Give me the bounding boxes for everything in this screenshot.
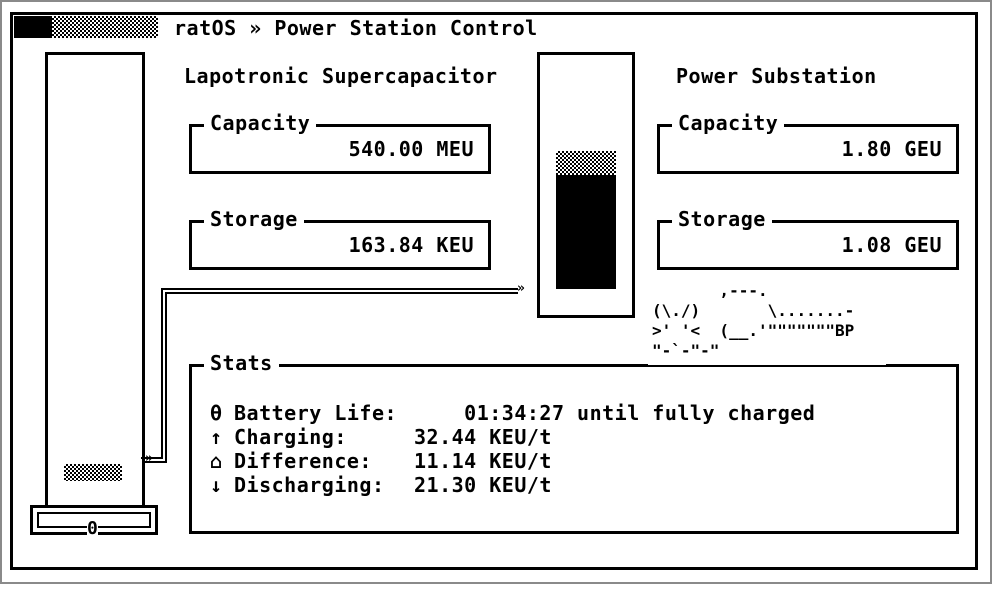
stats-value-discharging: 21.30 KEU/t xyxy=(414,473,552,497)
stats-row-charging: ↑ Charging: 32.44 KEU/t xyxy=(210,425,551,449)
discharging-arrow-icon: ↓ xyxy=(210,473,223,497)
stats-legend: Stats xyxy=(204,351,279,375)
stats-row-battery-life: θ Battery Life: 01:34:27 until fully cha… xyxy=(210,401,815,425)
stats-row-discharging: ↓ Discharging: 21.30 KEU/t xyxy=(210,473,551,497)
battery-life-icon: θ xyxy=(210,401,223,425)
ascii-art-line-2: (\./) \.......- xyxy=(652,301,855,320)
ascii-art-line-3: >' '< (__.'"""""""BP xyxy=(652,321,855,340)
ascii-art-line-4: "-`-"-" xyxy=(652,341,720,360)
pipe-arrow-left: » xyxy=(145,451,153,466)
stats-label-battery-life: Battery Life: xyxy=(234,401,398,425)
stats-box: Stats θ Battery Life: 01:34:27 until ful… xyxy=(189,351,959,534)
stats-label-charging: Charging: xyxy=(234,425,347,449)
stats-value-charging: 32.44 KEU/t xyxy=(414,425,552,449)
stats-value-battery-life: 01:34:27 until fully charged xyxy=(414,401,816,425)
stats-value-difference: 11.14 KEU/t xyxy=(414,449,552,473)
stats-label-difference: Difference: xyxy=(234,449,372,473)
pipe-arrow-right: » xyxy=(517,281,525,296)
stats-row-difference: ⌂ Difference: 11.14 KEU/t xyxy=(210,449,551,473)
stats-label-discharging: Discharging: xyxy=(234,473,385,497)
difference-icon: ⌂ xyxy=(210,449,223,473)
charging-arrow-icon: ↑ xyxy=(210,425,223,449)
ascii-art-line-1: ,---. xyxy=(652,281,768,300)
